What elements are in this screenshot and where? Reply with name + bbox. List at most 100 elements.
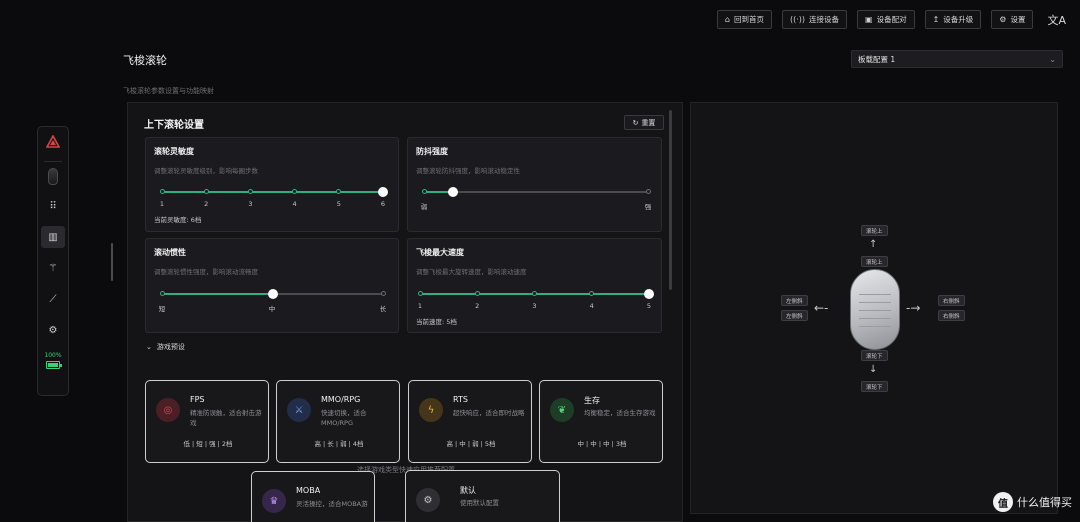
sidebar: ⠿ ▥ ⚚ ⟋ ⚙ 100% (37, 126, 69, 396)
antishake-slider[interactable] (421, 187, 651, 197)
antishake-card: 防抖强度 调整滚轮防抖强度，影响滚动稳定性 弱 强 (407, 137, 662, 232)
slider-tick-label: 4 (292, 200, 297, 208)
wheel-icon: ▥ (48, 231, 58, 243)
arrow-right-icon: -→ (906, 301, 921, 315)
antishake-desc: 调整滚轮防抖强度，影响滚动稳定性 (416, 167, 520, 175)
sensitivity-slider[interactable] (159, 187, 388, 197)
connect-device-button[interactable]: ((·)) 连接设备 (782, 10, 848, 29)
slider-tick[interactable] (417, 291, 423, 296)
preset-card-mmo[interactable]: ⚔ MMO/RPG 快速切换，适合MMO/RPG 高 | 长 | 弱 | 4档 (276, 380, 400, 463)
inertia-slider[interactable] (159, 289, 386, 299)
pair-device-button[interactable]: ▣ 设备配对 (857, 10, 915, 29)
inertia-label-mid: 中 (268, 305, 276, 313)
antishake-min-label: 弱 (420, 203, 428, 211)
target-icon: ◎ (156, 398, 180, 422)
preset-card-survival[interactable]: ❦ 生存 均衡稳定，适合生存游戏 中 | 中 | 中 | 3档 (539, 380, 663, 463)
preset-card-moba[interactable]: ♛ MOBA 灵活操控，适合MOBA游 (251, 471, 375, 522)
slider-tick[interactable] (474, 291, 480, 296)
refresh-icon: ↻ (632, 118, 639, 127)
signal-icon: ((·)) (790, 15, 806, 24)
chart-line-icon: ⟋ (49, 293, 57, 305)
slider-tick[interactable] (336, 189, 342, 194)
inertia-slider-fill (162, 293, 273, 295)
slider-tick[interactable] (589, 291, 595, 296)
sidebar-item-settings[interactable]: ⚙ (41, 319, 65, 341)
home-icon: ⌂ (724, 15, 730, 24)
brand-logo-icon (45, 134, 61, 157)
arrow-up-icon: ↑ (869, 239, 878, 250)
collapse-handle[interactable] (111, 243, 113, 281)
upgrade-device-button[interactable]: ↥ 设备升级 (924, 10, 982, 29)
maxspeed-current: 当前速度: 5档 (416, 318, 457, 326)
slider-tick[interactable] (247, 189, 253, 194)
config-select[interactable]: 板载配置 1 ⌄ (851, 50, 1063, 68)
reset-button[interactable]: ↻ 重置 (624, 115, 664, 130)
slider-end-dot (380, 291, 386, 296)
panel-scrollbar[interactable] (669, 110, 672, 290)
battery-level: 100% (44, 352, 62, 359)
sidebar-item-wheel[interactable]: ▥ (41, 226, 65, 248)
chevron-down-icon: ⌄ (146, 343, 152, 351)
slider-tick-label: 2 (204, 200, 209, 208)
settings-button[interactable]: ⚙ 设置 (991, 10, 1034, 29)
slider-tick[interactable] (532, 291, 537, 296)
slider-knob[interactable] (378, 187, 388, 197)
language-icon[interactable]: 文A (1047, 12, 1066, 28)
arrow-down-icon: ↓ (869, 364, 878, 375)
preset-card-rts[interactable]: ϟ RTS 超快响应，适合即时战略 高 | 中 | 弱 | 5档 (408, 380, 532, 463)
home-button[interactable]: ⌂ 回到首页 (716, 10, 772, 29)
pair-icon: ▣ (865, 15, 873, 24)
slider-tick-label: 1 (417, 302, 423, 310)
slider-end-dot (645, 189, 651, 194)
top-toolbar: ⌂ 回到首页 ((·)) 连接设备 ▣ 设备配对 ↥ 设备升级 ⚙ 设置 文A (716, 10, 1066, 29)
maxspeed-slider[interactable] (417, 289, 654, 299)
chevron-down-icon: ⌄ (1049, 54, 1056, 64)
sidebar-item-keys[interactable]: ⠿ (41, 195, 65, 217)
inertia-label-long: 长 (379, 305, 387, 313)
battery-icon (46, 361, 62, 369)
left-tilt-bottom-label[interactable]: 左侧斜 (781, 310, 808, 321)
slider-tick-label: 2 (475, 302, 480, 310)
scroll-down-bottom-label[interactable]: 滚轮下 (861, 381, 888, 392)
sensitivity-title: 滚轮灵敏度 (154, 147, 194, 156)
slider-tick[interactable] (203, 189, 209, 194)
gear-icon: ⚙ (48, 324, 58, 336)
swords-icon: ⚔ (287, 398, 311, 422)
right-tilt-bottom-label[interactable]: 右侧斜 (938, 310, 965, 321)
inertia-label-short: 短 (158, 305, 166, 313)
slider-tick[interactable] (292, 189, 298, 194)
slider-knob[interactable] (267, 289, 278, 299)
slider-tick-label: 3 (532, 302, 537, 310)
slider-knob[interactable] (448, 187, 459, 197)
preset-toggle[interactable]: ⌄ 游戏预设 (146, 342, 185, 352)
scroll-down-label[interactable]: 滚轮下 (861, 350, 888, 361)
sidebar-item-performance[interactable]: ⟋ (41, 288, 65, 310)
slider-tick[interactable] (159, 189, 165, 194)
slider-tick-label: 5 (646, 302, 652, 310)
device-mouse-icon[interactable] (48, 168, 58, 185)
right-tilt-top-label[interactable]: 右侧斜 (938, 295, 965, 306)
preset-card-default[interactable]: ⚙ 默认 使用默认配置 (405, 470, 560, 522)
inertia-title: 滚动惯性 (154, 248, 186, 257)
grid-icon: ⠿ (49, 200, 57, 212)
page-title: 飞梭滚轮 (123, 54, 167, 67)
slider-tick-label: 3 (248, 200, 253, 208)
slider-knob[interactable] (644, 289, 654, 299)
preset-card-fps[interactable]: ◎ FPS 精准防误触，适合射击游戏 低 | 短 | 强 | 2档 (145, 380, 269, 463)
sensitivity-card: 滚轮灵敏度 调整滚轮灵敏度级别，影响每圈步数 1 2 3 4 5 6 当前灵敏度: 6档 (145, 137, 399, 232)
bolt-icon: ϟ (419, 398, 443, 422)
gear-icon: ⚙ (416, 488, 440, 512)
watermark-logo: 值 (993, 492, 1013, 512)
watermark-text: 什么值得买 (1017, 496, 1072, 509)
maxspeed-desc: 调整飞梭最大旋转速度，影响滚动速度 (416, 268, 527, 276)
maxspeed-card: 飞梭最大速度 调整飞梭最大旋转速度，影响滚动速度 1 2 3 4 5 当前速度: 5档 (407, 238, 662, 333)
sidebar-divider (44, 161, 62, 162)
section-title: 上下滚轮设置 (144, 120, 204, 131)
watermark: 值 什么值得买 (993, 492, 1072, 512)
sensitivity-current: 当前灵敏度: 6档 (154, 216, 202, 224)
slider-tick-label: 6 (380, 200, 386, 208)
left-tilt-top-label[interactable]: 左侧斜 (781, 295, 808, 306)
scroll-up-top-label[interactable]: 滚轮上 (861, 225, 888, 236)
scroll-up-label[interactable]: 滚轮上 (861, 256, 888, 267)
sidebar-item-macro[interactable]: ⚚ (41, 257, 65, 279)
